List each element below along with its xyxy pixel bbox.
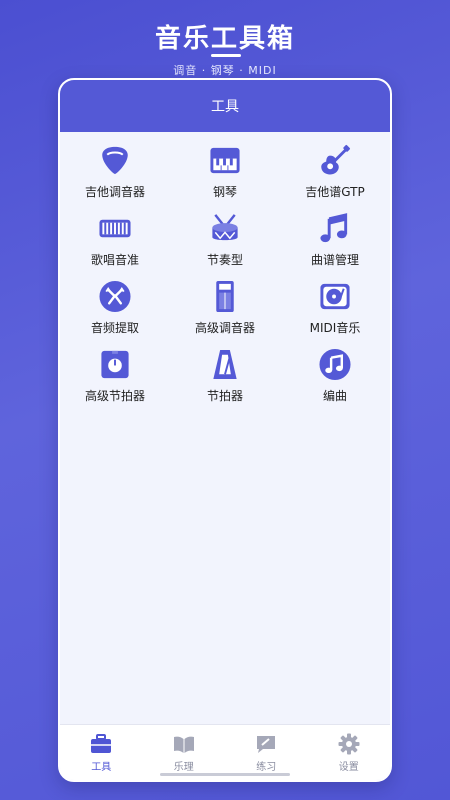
home-indicator: [160, 773, 290, 776]
tab-practice[interactable]: 练习: [225, 725, 308, 780]
tab-tools[interactable]: 工具: [60, 725, 143, 780]
metronome-icon: [213, 349, 237, 380]
tool-singing-pitch[interactable]: 歌唱音准: [60, 212, 170, 268]
tool-label: 高级节拍器: [84, 389, 145, 403]
tab-label: 练习: [256, 761, 277, 773]
promo-subtitle: 调音 · 钢琴 · MIDI: [173, 64, 277, 77]
phone-screen: 工具 吉他调音器 钢琴 吉他谱GTP 歌唱音准 节奏型 曲谱管理 音频提取 高级…: [58, 78, 392, 782]
tab-label: 工具: [91, 761, 112, 773]
tool-label: MIDI音乐: [309, 321, 361, 335]
tool-label: 音频提取: [90, 321, 139, 335]
tool-label: 钢琴: [212, 185, 237, 199]
tool-arrangement[interactable]: 编曲: [280, 348, 390, 404]
tab-settings[interactable]: 设置: [308, 725, 391, 780]
guitar-icon: [321, 144, 351, 175]
book-icon: [173, 736, 194, 753]
tool-label: 节奏型: [206, 253, 243, 267]
tab-label: 乐理: [173, 761, 194, 773]
tuner-device-icon: [216, 280, 234, 313]
drum-icon: [212, 214, 238, 241]
tool-label: 吉他谱GTP: [305, 185, 365, 199]
tool-label: 节拍器: [206, 389, 243, 403]
tool-piano[interactable]: 钢琴: [170, 144, 280, 200]
tool-audio-extract[interactable]: 音频提取: [60, 280, 170, 336]
gear-icon: [338, 733, 360, 754]
metronome-square-icon: [101, 350, 129, 379]
turntable-icon: [320, 283, 350, 310]
tool-label: 曲谱管理: [310, 253, 359, 267]
page-title: 工具: [211, 99, 239, 115]
tab-theory[interactable]: 乐理: [143, 725, 226, 780]
note-circle-icon: [319, 348, 351, 381]
tool-label: 编曲: [322, 389, 347, 403]
toolbox-icon: [91, 733, 112, 753]
tool-metronome[interactable]: 节拍器: [170, 348, 280, 404]
tool-advanced-tuner[interactable]: 高级调音器: [170, 280, 280, 336]
page-header: 工具: [60, 80, 390, 132]
tool-guitar-tab[interactable]: 吉他谱GTP: [280, 144, 390, 200]
bottom-tab-bar: 工具 乐理 练习 设置: [60, 724, 390, 780]
guitar-pick-icon: [102, 146, 128, 175]
practice-icon: [257, 735, 276, 753]
tool-advanced-metronome[interactable]: 高级节拍器: [60, 348, 170, 404]
tool-guitar-tuner[interactable]: 吉他调音器: [60, 144, 170, 200]
tool-label: 吉他调音器: [84, 185, 145, 199]
piano-icon: [210, 147, 240, 174]
tool-grid: 吉他调音器 钢琴 吉他谱GTP 歌唱音准 节奏型 曲谱管理 音频提取 高级调音器…: [60, 132, 390, 404]
keyboard-icon: [99, 219, 131, 238]
promo-title: 音乐工具箱: [154, 24, 295, 54]
tool-score-management[interactable]: 曲谱管理: [280, 212, 390, 268]
audio-extract-icon: [99, 280, 131, 313]
tab-label: 设置: [338, 761, 359, 773]
tool-rhythm[interactable]: 节奏型: [170, 212, 280, 268]
promo-title-underline: [211, 54, 241, 57]
tool-label: 高级调音器: [194, 321, 255, 335]
music-note-icon: [320, 213, 348, 243]
tool-midi-music[interactable]: MIDI音乐: [280, 280, 390, 336]
tool-label: 歌唱音准: [90, 253, 139, 267]
